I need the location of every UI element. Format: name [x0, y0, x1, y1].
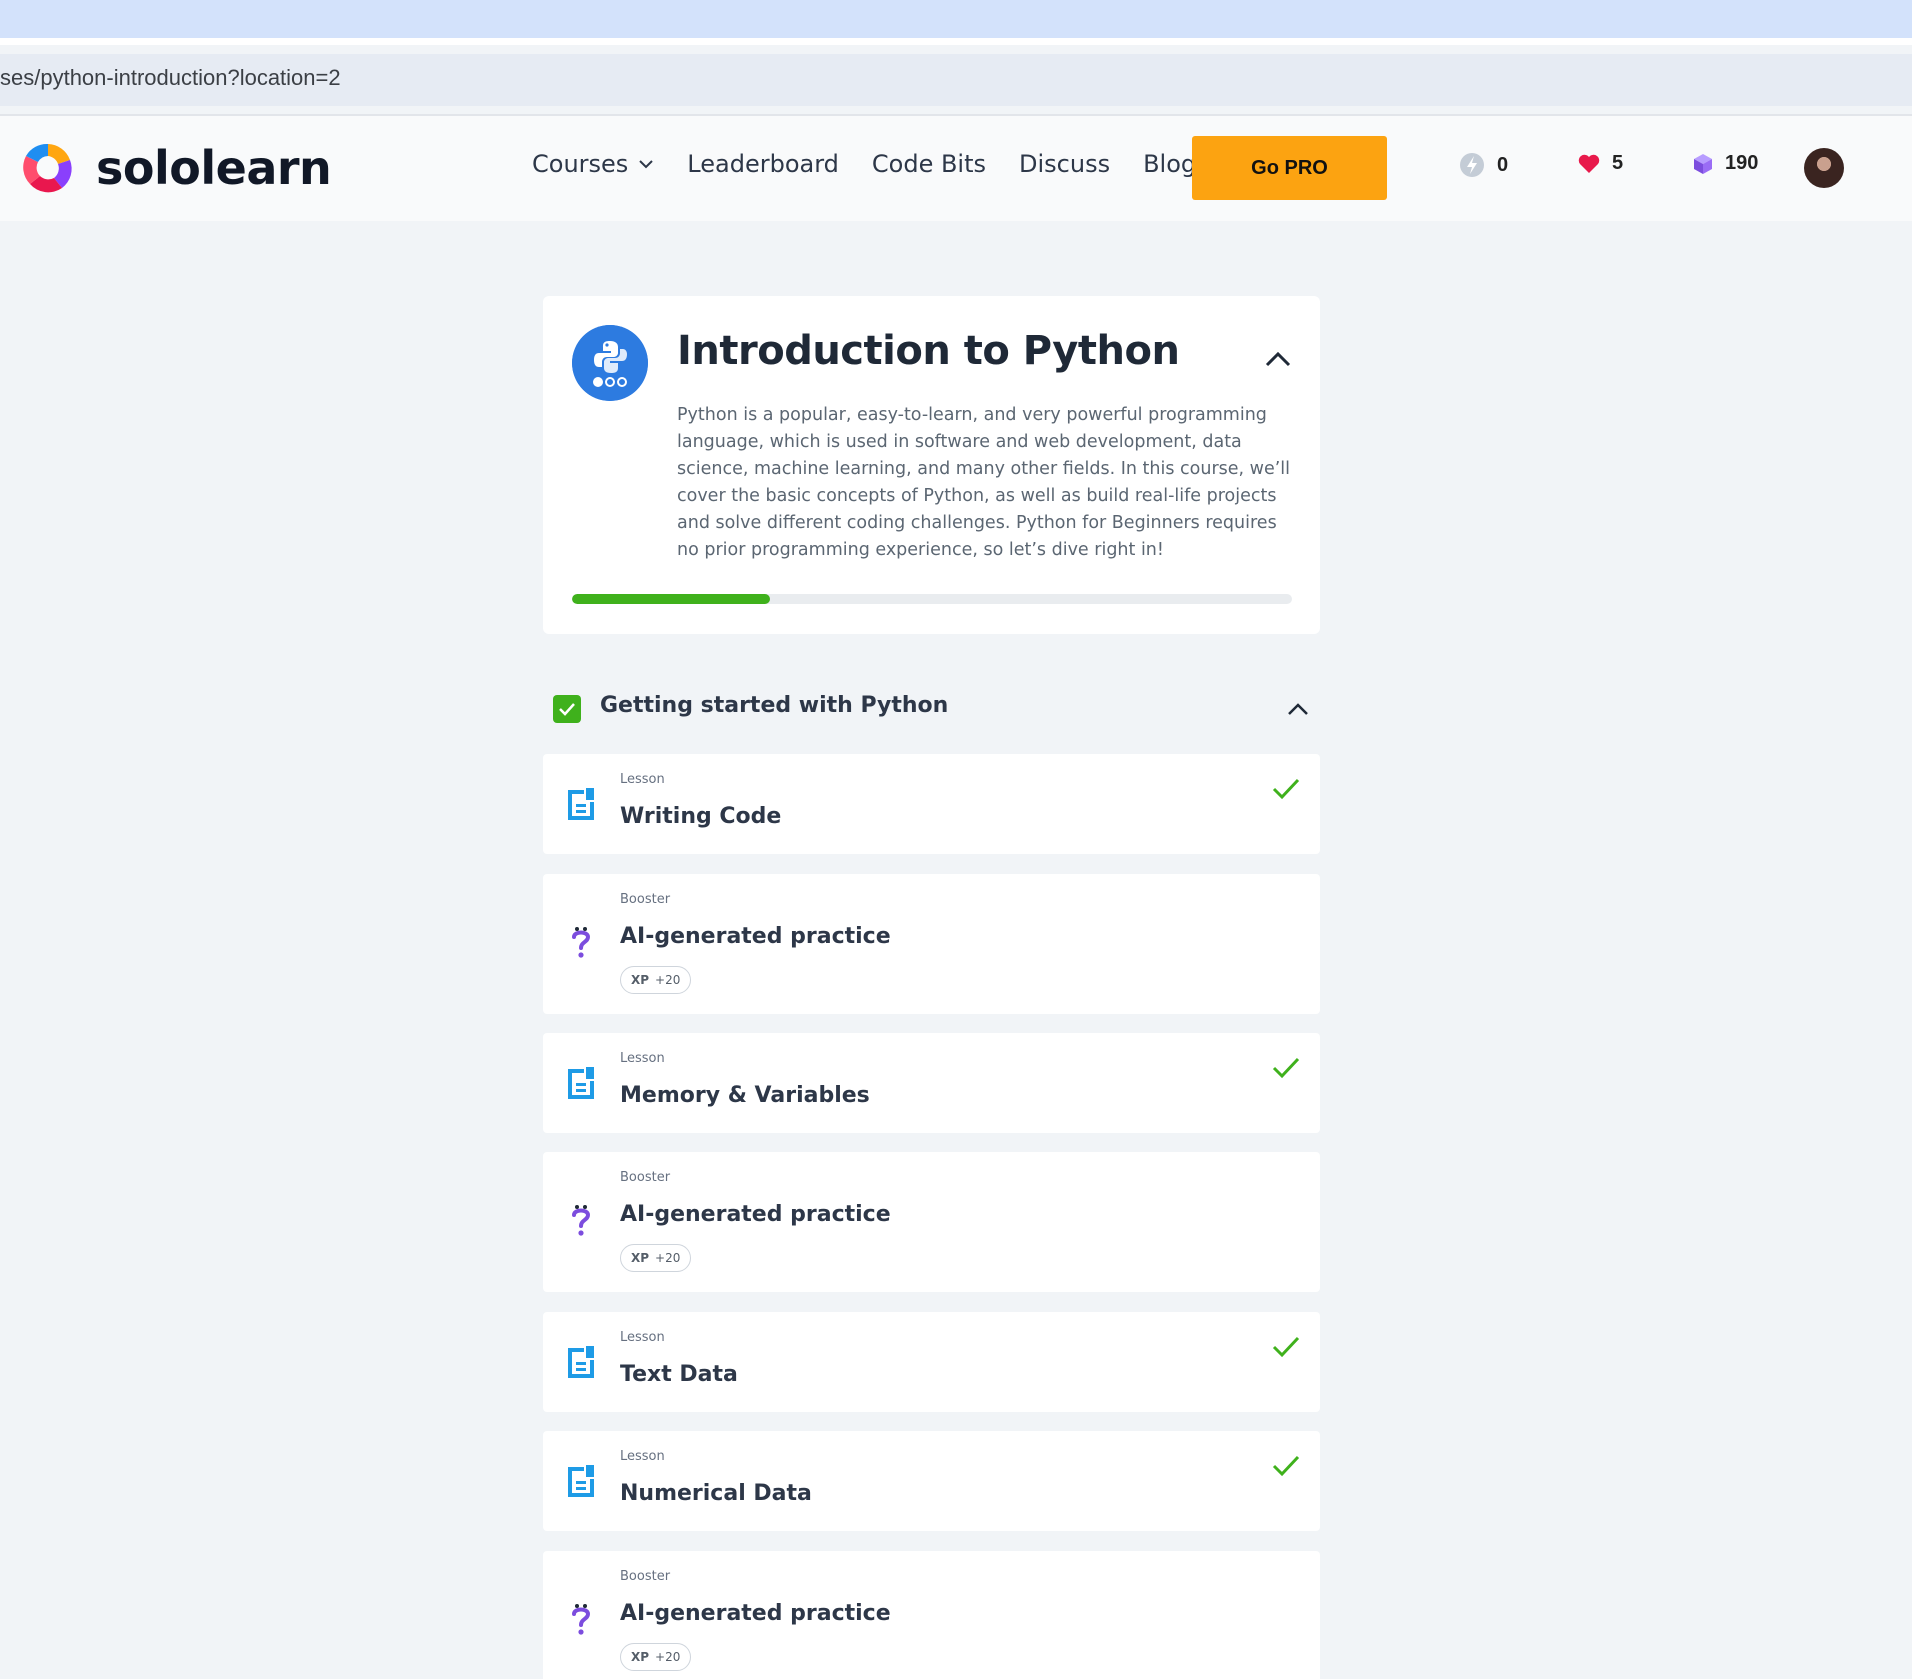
item-title: AI-generated practice	[620, 1202, 891, 1227]
item-kind: Lesson	[620, 1449, 665, 1464]
item-kind: Lesson	[620, 1051, 665, 1066]
xp-reward-badge: XP +20	[620, 966, 692, 994]
browser-tab-bar	[0, 0, 1912, 45]
booster-item-ai-practice-3[interactable]: Booster AI-generated practice XP +20	[543, 1551, 1320, 1679]
nav-discuss[interactable]: Discuss	[1019, 150, 1110, 178]
course-progress-fill	[572, 594, 770, 604]
lesson-item-text-data[interactable]: Lesson Text Data	[543, 1312, 1320, 1412]
gems-count: 190	[1725, 152, 1759, 174]
booster-question-icon	[572, 1205, 591, 1236]
chevron-up-icon	[1288, 703, 1308, 715]
xp-reward-badge: XP +20	[620, 1244, 692, 1272]
chevron-up-icon	[1265, 351, 1291, 367]
item-title: Numerical Data	[620, 1481, 812, 1506]
item-title: Writing Code	[620, 804, 782, 829]
course-description: Python is a popular, easy-to-learn, and …	[677, 405, 1291, 560]
completed-check-icon	[1272, 1455, 1300, 1477]
xp-label: XP	[631, 973, 650, 987]
item-kind: Lesson	[620, 772, 665, 787]
address-bar[interactable]: ses/python-introduction?location=2	[0, 54, 1912, 106]
module-complete-checkbox	[553, 695, 581, 723]
booster-item-ai-practice-2[interactable]: Booster AI-generated practice XP +20	[543, 1152, 1320, 1292]
user-avatar[interactable]	[1804, 148, 1844, 188]
item-title: AI-generated practice	[620, 924, 891, 949]
lesson-document-icon	[568, 1465, 594, 1497]
nav-courses-label: Courses	[532, 150, 629, 178]
booster-question-icon	[572, 1604, 591, 1635]
module-title: Getting started with Python	[600, 693, 949, 718]
nav-leaderboard[interactable]: Leaderboard	[687, 150, 839, 178]
item-kind: Booster	[620, 1170, 671, 1185]
lesson-item-numerical-data[interactable]: Lesson Numerical Data	[543, 1431, 1320, 1531]
nav-blog[interactable]: Blog	[1143, 150, 1196, 178]
gem-cube-icon	[1694, 153, 1712, 174]
item-title: AI-generated practice	[620, 1601, 891, 1626]
xp-label: XP	[631, 1251, 650, 1265]
module-collapse-button[interactable]	[1285, 696, 1311, 722]
go-pro-button[interactable]: Go PRO	[1192, 136, 1387, 200]
item-title: Text Data	[620, 1362, 738, 1387]
module-header[interactable]: Getting started with Python	[543, 688, 1320, 728]
nav-courses[interactable]: Courses	[532, 150, 654, 178]
streak-count: 0	[1497, 153, 1509, 176]
nav-links: Courses Leaderboard Code Bits Discuss Bl…	[532, 150, 1229, 178]
heart-icon	[1578, 154, 1600, 173]
nav-code-bits[interactable]: Code Bits	[872, 150, 986, 178]
hearts-counter[interactable]: 5	[1578, 152, 1623, 175]
lesson-document-icon	[568, 1067, 594, 1099]
lesson-document-icon	[568, 788, 594, 820]
gems-counter[interactable]: 190	[1693, 152, 1758, 175]
top-navbar: sololearn Courses Leaderboard Code Bits …	[0, 116, 1912, 221]
sololearn-logo[interactable]: sololearn	[18, 136, 332, 200]
booster-item-ai-practice-1[interactable]: Booster AI-generated practice XP +20	[543, 874, 1320, 1014]
item-kind: Booster	[620, 1569, 671, 1584]
completed-check-icon	[1272, 1057, 1300, 1079]
xp-value: +20	[655, 973, 681, 987]
item-title: Memory & Variables	[620, 1083, 870, 1108]
streak-counter[interactable]: 0	[1459, 152, 1508, 178]
xp-value: +20	[655, 1251, 681, 1265]
streak-bolt-icon	[1460, 153, 1484, 177]
address-bar-url[interactable]: ses/python-introduction?location=2	[0, 65, 341, 91]
checkmark-icon	[559, 703, 575, 716]
xp-label: XP	[631, 1650, 650, 1664]
sololearn-logo-icon	[23, 143, 72, 193]
hearts-count: 5	[1612, 152, 1624, 174]
item-kind: Lesson	[620, 1330, 665, 1345]
course-progress-bar	[572, 594, 1292, 604]
brand-name: sololearn	[96, 141, 332, 195]
chevron-down-icon	[639, 160, 654, 169]
xp-reward-badge: XP +20	[620, 1643, 692, 1671]
course-collapse-button[interactable]	[1261, 342, 1295, 376]
lesson-item-memory-variables[interactable]: Lesson Memory & Variables	[543, 1033, 1320, 1133]
python-course-icon	[572, 325, 648, 401]
item-kind: Booster	[620, 892, 671, 907]
completed-check-icon	[1272, 778, 1300, 800]
course-card: Introduction to Python Python is a popul…	[543, 296, 1320, 634]
completed-check-icon	[1272, 1336, 1300, 1358]
lesson-item-writing-code[interactable]: Lesson Writing Code	[543, 754, 1320, 854]
lesson-document-icon	[568, 1346, 594, 1378]
course-title: Introduction to Python	[677, 328, 1180, 374]
xp-value: +20	[655, 1650, 681, 1664]
booster-question-icon	[572, 927, 591, 958]
